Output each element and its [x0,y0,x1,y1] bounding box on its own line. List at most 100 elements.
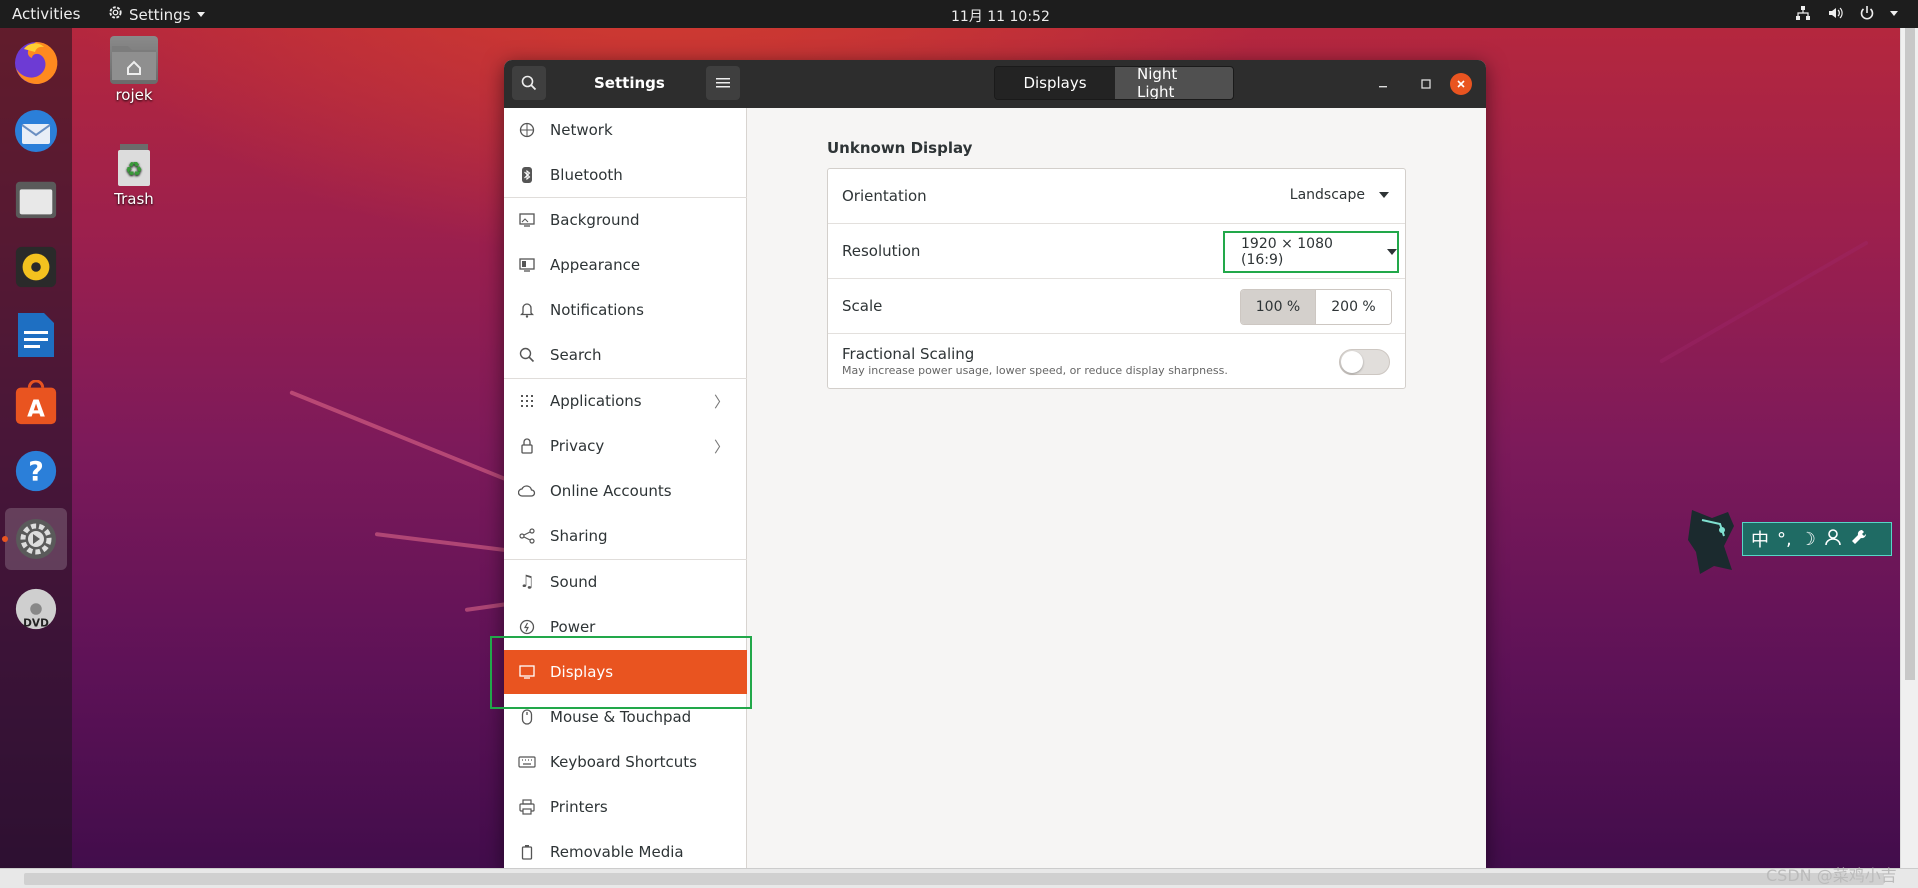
sidebar-item-label: Appearance [550,256,641,274]
resolution-label: Resolution [842,242,921,260]
minimize-button[interactable] [1372,73,1394,95]
dock-software[interactable]: A [9,376,63,430]
dvd-icon: DVD [15,588,57,629]
desktop-background: rojek ♻ Trash A ? DVD Settings Displays … [0,0,1918,888]
settings-window: Settings Displays Night Light Network Bl… [504,60,1486,868]
resolution-dropdown[interactable]: 1920 × 1080 (16:9) [1223,231,1399,273]
clock[interactable]: 11月 11 10:52 [951,6,1050,26]
scrollbar-thumb[interactable] [1905,20,1915,680]
sidebar-item-printers[interactable]: Printers [504,785,747,829]
sidebar-item-label: Network [550,121,613,139]
ime-chinese-mode[interactable]: 中 [1751,526,1769,552]
cloud-icon [518,482,536,500]
appearance-icon [518,256,536,274]
dock-writer[interactable] [9,308,63,362]
sidebar-item-network[interactable]: Network [504,108,747,152]
tab-displays[interactable]: Displays [995,67,1115,99]
desktop-icon-label: rojek [115,86,153,104]
sidebar-item-notifications[interactable]: Notifications [504,288,747,332]
search-icon [521,75,537,91]
sidebar-item-label: Online Accounts [550,482,672,500]
sidebar-item-removable-media[interactable]: Removable Media [504,830,747,868]
maximize-button[interactable] [1415,73,1437,95]
resolution-row: Resolution 1920 × 1080 (16:9) [828,224,1405,279]
grid-icon [518,392,536,410]
dock-dvd[interactable]: DVD [9,582,63,636]
sidebar-item-label: Printers [550,798,608,816]
scale-100-button[interactable]: 100 % [1241,290,1316,324]
desktop-icon-home[interactable]: rojek [89,36,179,104]
sidebar-item-mouse-touchpad[interactable]: Mouse & Touchpad [504,695,747,739]
keyboard-icon [518,753,536,771]
ime-punctuation[interactable]: °, [1777,529,1792,550]
search-button[interactable] [512,66,546,100]
software-icon: A [15,380,57,425]
sidebar-item-applications[interactable]: Applications 〉 [504,379,747,423]
display-heading: Unknown Display [827,139,973,157]
removable-media-icon [518,843,536,861]
chevron-down-icon [196,12,205,17]
sidebar: Network Bluetooth Background Appearance … [504,108,747,868]
sidebar-item-label: Notifications [550,301,644,319]
dock-files[interactable] [9,172,63,226]
scale-label: Scale [842,297,883,315]
displays-panel: Unknown Display Orientation Landscape Re… [748,108,1486,868]
desktop-icon-trash[interactable]: ♻ Trash [89,140,179,208]
sidebar-item-sound[interactable]: ♫ Sound [504,560,747,604]
app-menu[interactable]: Settings [108,5,205,24]
sidebar-item-displays[interactable]: Displays [504,650,747,694]
wrench-icon[interactable] [1850,528,1868,551]
fractional-scaling-switch[interactable] [1339,349,1390,375]
dock-rhythmbox[interactable] [9,240,63,294]
vertical-scrollbar[interactable] [1900,0,1918,868]
power-icon [518,618,536,636]
menu-button[interactable] [706,66,740,100]
orientation-label: Orientation [842,187,927,205]
desktop-icon-label: Trash [114,190,154,208]
svg-text:A: A [27,396,45,422]
display-settings-list: Orientation Landscape Resolution 1920 × … [827,168,1406,389]
mouse-icon [518,708,536,726]
sidebar-item-label: Sharing [550,527,608,545]
activities-button[interactable]: Activities [12,5,80,23]
sidebar-item-background[interactable]: Background [504,198,747,242]
sidebar-item-power[interactable]: Power [504,605,747,649]
dock-settings[interactable] [5,508,67,570]
running-indicator [2,536,8,542]
sidebar-item-label: Power [550,618,596,636]
sidebar-item-search[interactable]: Search [504,333,747,377]
scale-200-button[interactable]: 200 % [1316,290,1391,324]
person-icon[interactable] [1824,528,1842,551]
chevron-down-icon [1379,192,1389,198]
horizontal-scrollbar[interactable] [0,868,1918,888]
orientation-dropdown[interactable]: Landscape [1290,187,1389,203]
gear-icon [108,5,123,24]
sidebar-item-label: Applications [550,392,642,410]
stack-switcher: Displays Night Light [994,66,1234,100]
system-tray[interactable] [1794,4,1898,22]
sidebar-item-label: Mouse & Touchpad [550,708,692,726]
scrollbar-thumb[interactable] [24,873,1884,885]
background-icon [518,211,536,229]
chevron-down-icon [1387,249,1397,255]
ime-moon[interactable]: ☽ [1800,529,1816,550]
sidebar-item-appearance[interactable]: Appearance [504,243,747,287]
minimize-icon [1379,86,1387,88]
ime-toolbar: 中 °, ☽ [1742,522,1892,556]
close-button[interactable] [1450,73,1472,95]
sidebar-item-label: Search [550,346,602,364]
dock-help[interactable]: ? [9,444,63,498]
dock-thunderbird[interactable] [9,104,63,158]
music-note-icon: ♫ [519,572,535,592]
sidebar-item-sharing[interactable]: Sharing [504,514,747,558]
tab-night-light[interactable]: Night Light [1115,67,1233,99]
sidebar-item-bluetooth[interactable]: Bluetooth [504,153,747,197]
chevron-right-icon: 〉 [713,437,729,456]
svg-text:?: ? [28,457,44,488]
sidebar-item-online-accounts[interactable]: Online Accounts [504,469,747,513]
dock-firefox[interactable] [9,36,63,90]
app-menu-label: Settings [129,5,191,24]
display-icon [518,663,536,681]
sidebar-item-keyboard-shortcuts[interactable]: Keyboard Shortcuts [504,740,747,784]
sidebar-item-privacy[interactable]: Privacy 〉 [504,424,747,468]
